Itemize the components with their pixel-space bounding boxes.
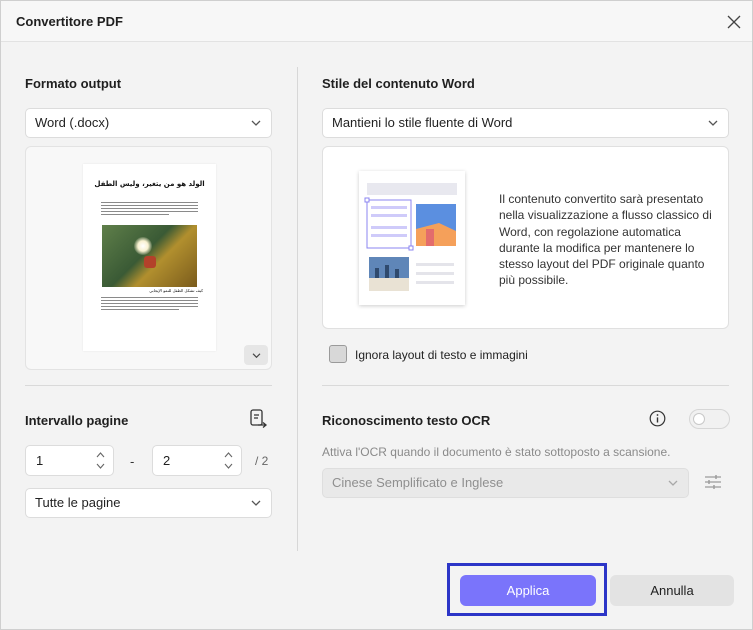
page-total: / 2 — [255, 454, 269, 468]
toggle-knob — [693, 413, 705, 425]
ignore-layout-label[interactable]: Ignora layout di testo e immagini — [355, 348, 528, 362]
preview-page: الولد هو من يتغير، وليس الطفل كيف تشكل ا… — [83, 164, 216, 351]
ignore-layout-checkbox[interactable] — [329, 345, 347, 363]
document-preview: الولد هو من يتغير، وليس الطفل كيف تشكل ا… — [25, 146, 272, 370]
word-style-select[interactable]: Mantieni lo stile fluente di Word — [322, 108, 729, 138]
ocr-hint: Attiva l'OCR quando il documento è stato… — [322, 445, 671, 459]
title-bar: Convertitore PDF — [1, 1, 752, 42]
page-selection-select[interactable]: Tutte le pagine — [25, 488, 272, 518]
chevron-down-icon — [708, 120, 718, 126]
pdf-converter-dialog: Convertitore PDF Formato output Word (.d… — [0, 0, 753, 630]
ocr-language-select[interactable]: Cinese Semplificato e Inglese — [322, 468, 689, 498]
close-icon — [727, 15, 741, 29]
sliders-icon — [705, 475, 721, 489]
page-to-input[interactable]: 2 — [152, 445, 242, 476]
ocr-label: Riconoscimento testo OCR — [322, 413, 491, 428]
stepper-arrows-icon[interactable] — [224, 451, 233, 470]
word-style-description: Il contenuto convertito sarà presentato … — [499, 192, 712, 288]
output-format-select[interactable]: Word (.docx) — [25, 108, 272, 138]
output-format-label: Formato output — [25, 76, 122, 91]
word-style-value: Mantieni lo stile fluente di Word — [332, 115, 513, 130]
info-icon — [649, 410, 666, 427]
ocr-language-value: Cinese Semplificato e Inglese — [332, 475, 504, 490]
flow-layout-icon — [364, 183, 457, 291]
chevron-down-icon — [251, 500, 261, 506]
page-to-value: 2 — [163, 453, 171, 468]
ocr-settings-button[interactable] — [703, 472, 723, 492]
cancel-button[interactable]: Annulla — [610, 575, 734, 606]
word-style-card: Il contenuto convertito sarà presentato … — [322, 146, 729, 329]
page-from-value: 1 — [36, 453, 44, 468]
page-swap-icon — [250, 409, 268, 428]
output-format-value: Word (.docx) — [35, 115, 110, 130]
preview-text-block — [101, 202, 198, 217]
page-from-input[interactable]: 1 — [25, 445, 114, 476]
dialog-title: Convertitore PDF — [16, 14, 123, 29]
divider — [322, 385, 729, 386]
range-separator: - — [130, 454, 135, 469]
chevron-down-icon — [252, 352, 260, 358]
page-range-label: Intervallo pagine — [25, 413, 129, 428]
stepper-arrows-icon[interactable] — [96, 451, 105, 470]
flow-layout-illustration — [359, 171, 465, 305]
chevron-down-icon — [251, 120, 261, 126]
word-style-label: Stile del contenuto Word — [322, 76, 475, 91]
preview-page-title: الولد هو من يتغير، وليس الطفل — [94, 180, 205, 188]
chevron-down-icon — [668, 480, 678, 486]
close-button[interactable] — [719, 7, 749, 37]
page-range-icon[interactable] — [247, 408, 269, 430]
preview-photo — [102, 225, 197, 287]
ocr-info-button[interactable] — [649, 410, 666, 427]
preview-caption: كيف تشكل الطفل للنمو الإيجابي — [149, 288, 203, 293]
divider — [25, 385, 272, 386]
column-divider — [297, 67, 298, 551]
preview-text-block — [101, 297, 198, 312]
apply-button[interactable]: Applica — [460, 575, 596, 606]
page-selection-value: Tutte le pagine — [35, 495, 121, 510]
expand-preview-button[interactable] — [244, 345, 268, 365]
ocr-toggle[interactable] — [689, 409, 730, 429]
